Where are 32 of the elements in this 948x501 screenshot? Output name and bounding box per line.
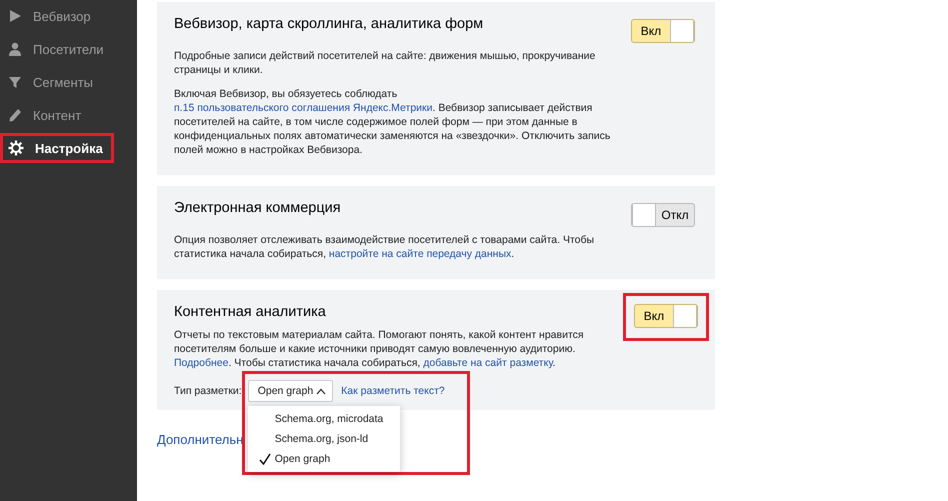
description-text: Опция позволяет отслеживать взаимодействие посетителей с товарами сайта. Чтобы статистика начала собираться, настройте на сайте передачу данных. [174,233,596,261]
menu-option[interactable]: Schema.org, json-ld [248,429,400,449]
section-title: Электронная коммерция [174,200,341,216]
nav-item[interactable]: Сегменты [0,67,104,97]
gear-icon [8,140,24,156]
markup-type-label: Тип разметки: [174,385,242,397]
toggle-switch[interactable]: Вкл [631,19,695,43]
description-text: Подробные записи действий посетителей на сайте: движения мышью, прокручивание страницы и клики. [174,49,596,77]
person-icon [8,42,22,56]
funnel-icon [8,75,22,89]
nav-item[interactable]: Вебвизор [0,1,102,31]
nav-item[interactable]: Настройка [0,133,114,163]
section-title: Вебвизор, карта скроллинга, аналитика форм [174,16,484,32]
text-link[interactable]: Подробнее [174,357,228,369]
play-icon [8,9,22,23]
chevron-icon [316,388,326,394]
section-link[interactable]: Дополнительн [157,432,244,447]
text-link[interactable]: п.15 пользовательского соглашения Яндекс.Метрики [174,102,432,114]
text-link[interactable]: добавьте на сайт разметку [423,357,553,369]
pencil-icon [8,108,22,122]
menu-option[interactable]: Schema.org, microdata [248,409,400,429]
description-text: Отчеты по текстовым материалам сайта. Помогают понять, какой контент нравится посетителям больше и какие источники приводят самую вовлеченную аудиторию. Подробнее. Чтобы статистика начала собираться, добавьте на сайт разметку. [174,328,585,370]
markup-type-select[interactable]: Open graph [248,380,334,402]
toggle-switch[interactable]: Вкл [634,304,698,328]
text-link[interactable]: настройте на сайте передачу данных [328,248,512,260]
description-text: Включая Вебвизор, вы обязуетесь соблюдать п.15 пользовательского соглашения Яндекс.Метрики. Вебвизор записывает действия посетителей на сайте, в том числе содержимое полей форм — при этом данные в конфиденциальных полях автоматически заменяются на «звездочки». Отключить запись полей можно в настройках Вебвизора. [174,87,612,157]
menu-option[interactable]: Open graph [248,449,400,469]
toggle-switch[interactable]: Откл [631,203,695,227]
help-link[interactable]: Как разметить текст? [341,385,445,397]
nav-item[interactable]: Контент [0,100,92,130]
section-title: Контентная аналитика [174,304,326,320]
nav-item[interactable]: Посетители [0,34,115,64]
